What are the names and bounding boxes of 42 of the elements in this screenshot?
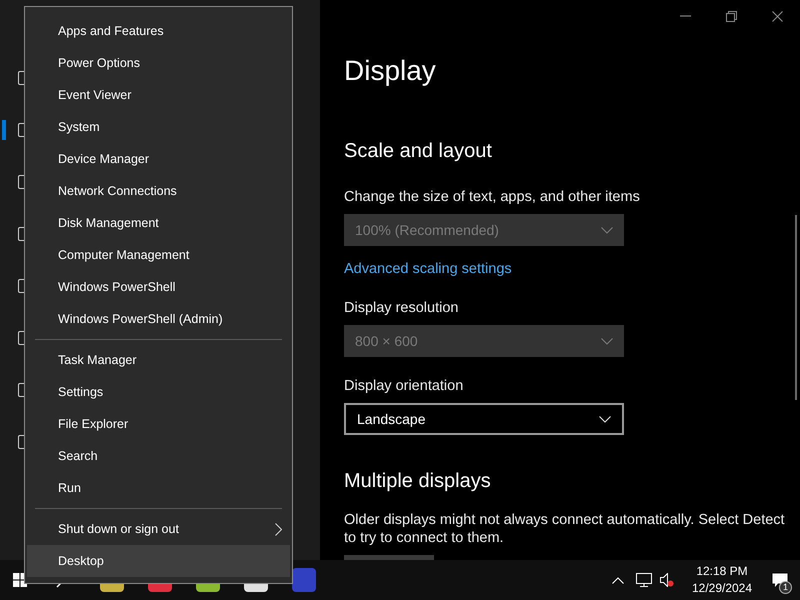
field-label: Display orientation bbox=[344, 377, 464, 395]
menu-item[interactable]: Windows PowerShell bbox=[27, 271, 290, 303]
menu-item[interactable]: Device Manager bbox=[27, 143, 290, 175]
date-text: 12/29/2024 bbox=[692, 580, 752, 597]
notification-badge: 1 bbox=[779, 581, 792, 594]
restore-icon bbox=[726, 10, 736, 22]
chevron-down-icon bbox=[601, 338, 613, 344]
time-text: 12:18 PM bbox=[696, 563, 748, 580]
menu-item[interactable]: Network Connections bbox=[27, 175, 290, 207]
menu-item[interactable]: Apps and Features bbox=[27, 15, 290, 47]
page-title: Display bbox=[344, 54, 437, 88]
menu-item[interactable]: Disk Management bbox=[27, 207, 290, 239]
speaker-muted-icon[interactable] bbox=[660, 573, 674, 587]
network-icon[interactable] bbox=[636, 573, 652, 587]
field-label: Change the size of text, apps, and other items bbox=[344, 188, 641, 206]
menu-item[interactable]: Run bbox=[27, 472, 290, 504]
notifications-button[interactable]: 1 bbox=[760, 560, 800, 600]
menu-item[interactable]: Search bbox=[27, 440, 290, 472]
menu-item[interactable]: Shut down or sign out bbox=[27, 513, 290, 545]
close-icon bbox=[772, 10, 782, 22]
chevron-down-icon bbox=[601, 226, 613, 234]
menu-item[interactable]: Desktop bbox=[27, 545, 290, 577]
section-title: Scale and layout bbox=[344, 139, 493, 164]
chevron-right-icon bbox=[275, 522, 282, 536]
chevron-down-icon bbox=[599, 416, 611, 422]
menu-item[interactable]: System bbox=[27, 111, 290, 143]
chevron-up-icon[interactable] bbox=[612, 576, 624, 584]
section-title: Multiple displays bbox=[344, 469, 492, 494]
scrollbar[interactable] bbox=[795, 215, 797, 400]
description-text: Older displays might not always connect automatically. Select Detect to try to connect to them. bbox=[344, 511, 786, 547]
minimize-icon bbox=[680, 15, 690, 17]
menu-item[interactable]: File Explorer bbox=[27, 408, 290, 440]
menu-item[interactable]: Windows PowerShell (Admin) bbox=[27, 303, 290, 335]
menu-item[interactable]: Computer Management bbox=[27, 239, 290, 271]
clock[interactable]: 12:18 PM 12/29/2024 bbox=[684, 563, 760, 597]
menu-item[interactable]: Power Options bbox=[27, 47, 290, 79]
menu-item[interactable]: Event Viewer bbox=[27, 79, 290, 111]
field-label: Display resolution bbox=[344, 299, 460, 317]
menu-item[interactable]: Task Manager bbox=[27, 344, 290, 376]
settings-link[interactable]: Advanced scaling settings bbox=[344, 260, 512, 278]
menu-item[interactable]: Settings bbox=[27, 376, 290, 408]
dropdown[interactable]: Landscape bbox=[344, 403, 624, 435]
